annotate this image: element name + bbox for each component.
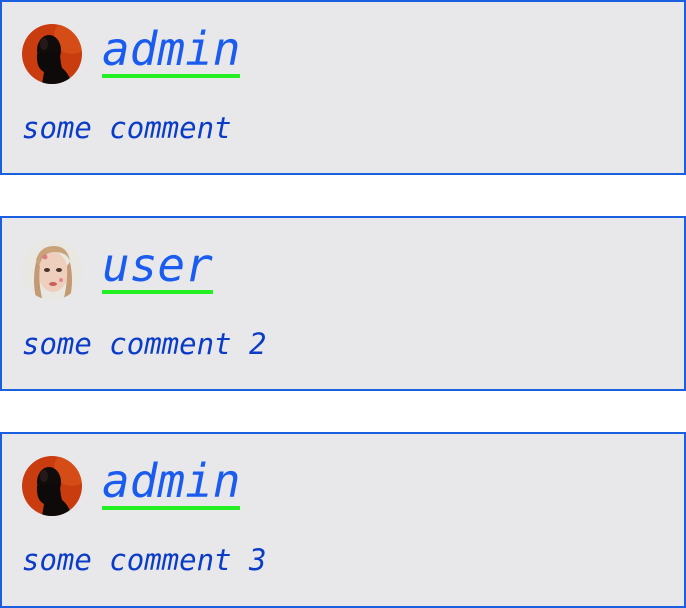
comment-card: user some comment 2 (0, 216, 686, 391)
admin-avatar (22, 456, 82, 516)
comment-text: some comment (22, 111, 232, 145)
comment-card: admin some comment 3 (0, 432, 686, 608)
comment-card: admin some comment (0, 0, 686, 175)
username-underline (102, 506, 241, 510)
comment-text: some comment 2 (22, 327, 267, 361)
username-underline (102, 290, 213, 294)
user-avatar (22, 240, 82, 300)
comment-text: some comment 3 (22, 543, 267, 577)
username-link[interactable]: admin (102, 454, 241, 510)
username-link[interactable]: user (102, 238, 213, 294)
admin-avatar (22, 24, 82, 84)
username-link[interactable]: admin (102, 22, 241, 78)
comment-list: admin some comment user some comment 2 a… (0, 0, 686, 608)
username-underline (102, 74, 241, 78)
